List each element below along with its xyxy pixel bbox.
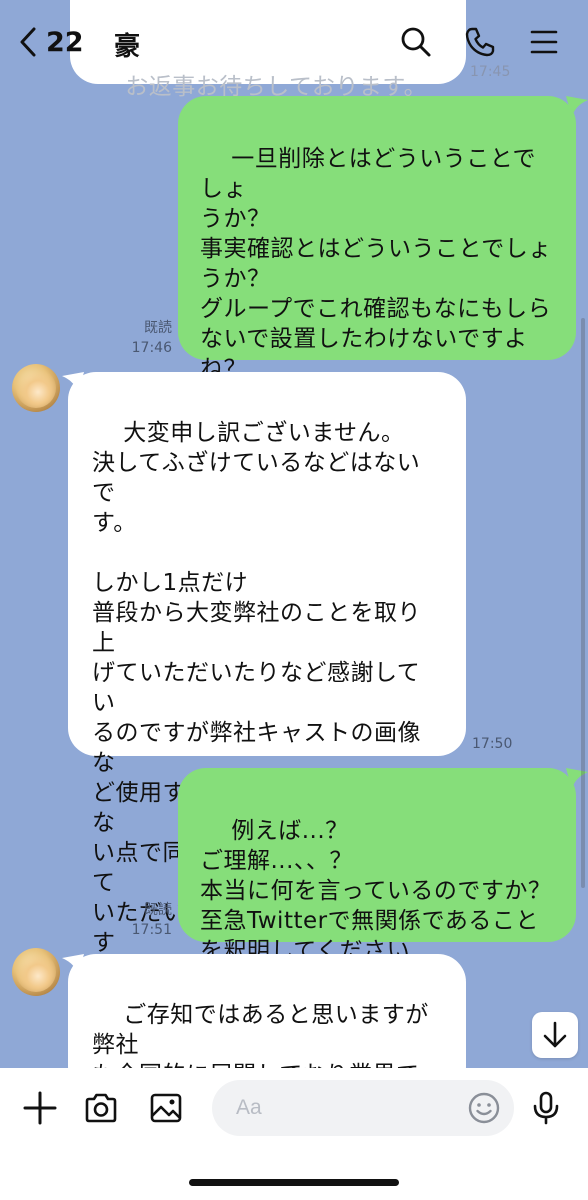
message-text: ご存知ではあると思いますが弊社 も全国的に展開しており業界での 立場も確立してお… (92, 1002, 429, 1068)
smiley-icon (468, 1092, 500, 1124)
message-bubble-outgoing[interactable]: 一旦削除とはどういうことでしょ うか？ 事実確認とはどういうことでしょ うか？ … (178, 96, 576, 412)
back-button[interactable]: 22 (18, 24, 84, 60)
add-button[interactable] (20, 1088, 60, 1128)
call-button[interactable] (460, 22, 500, 62)
phone-icon (465, 27, 495, 57)
chevron-left-icon (20, 27, 36, 57)
read-receipt: 既読 (144, 320, 172, 336)
plus-icon (23, 1091, 57, 1125)
avatar[interactable] (12, 948, 60, 996)
scroll-to-bottom-button[interactable] (532, 1012, 578, 1058)
bubble-tail (62, 372, 84, 394)
menu-icon (530, 30, 558, 54)
scrollbar[interactable] (581, 318, 585, 888)
message-time: 17:51 (131, 922, 172, 938)
emoji-button[interactable] (464, 1088, 504, 1128)
chat-area[interactable]: お返事お待ちしております。 17:45 一旦削除とはどういうことでしょ うか？ … (0, 0, 588, 1068)
search-icon (401, 27, 431, 57)
message-time: 17:50 (472, 736, 513, 752)
voice-input-button[interactable] (526, 1088, 566, 1128)
microphone-icon (533, 1091, 559, 1125)
chat-title: 豪 (114, 32, 141, 62)
bubble-tail (62, 954, 84, 976)
message-text: 例えば...？ ご理解...、、？ 本当に何を言っているのですか？ 至急Twit… (200, 818, 552, 964)
menu-button[interactable] (524, 22, 564, 62)
camera-icon (85, 1093, 117, 1123)
read-receipt: 既読 (144, 902, 172, 918)
message-bubble-incoming[interactable]: 大変申し訳ございません。 決してふざけているなどはないで す。 しかし1点だけ … (68, 372, 466, 1016)
arrow-down-icon (543, 1021, 567, 1048)
bubble-tail (566, 96, 588, 118)
chat-header: 22 豪 (0, 0, 588, 84)
image-icon (150, 1093, 182, 1123)
home-indicator[interactable] (189, 1179, 399, 1186)
gallery-button[interactable] (146, 1088, 186, 1128)
avatar[interactable] (12, 364, 60, 412)
search-button[interactable] (396, 22, 436, 62)
unread-count: 22 (46, 26, 84, 58)
message-bubble-outgoing[interactable]: 例えば...？ ご理解...、、？ 本当に何を言っているのですか？ 至急Twit… (178, 768, 576, 964)
message-time: 17:46 (131, 340, 172, 356)
camera-button[interactable] (81, 1088, 121, 1128)
message-bubble-incoming[interactable]: ご存知ではあると思いますが弊社 も全国的に展開しており業界での 立場も確立してお… (68, 954, 466, 1068)
